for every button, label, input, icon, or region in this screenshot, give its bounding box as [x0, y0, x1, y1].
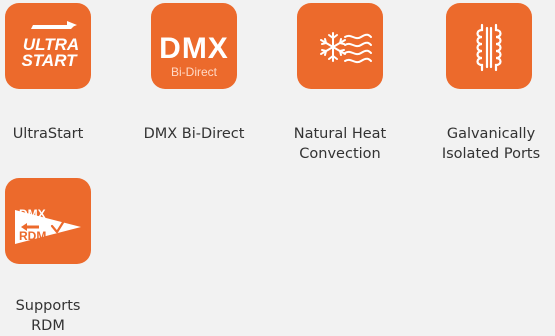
supports-rdm-tile: DMX RDM	[5, 178, 91, 264]
ultrastart-tile: ULTRA START	[5, 3, 91, 89]
dmx-bi-direct-logo-icon: DMX Bi-Direct	[159, 32, 229, 79]
natural-heat-convection-tile	[297, 3, 383, 89]
dmx-bi-direct-caption: DMX Bi-Direct	[143, 126, 245, 142]
ultrastart-logo-icon: ULTRA START	[21, 21, 79, 70]
dmx-logo-text: DMX	[159, 32, 229, 65]
bi-direct-logo-text: Bi-Direct	[171, 65, 218, 79]
galvanic-isolation-transformer-icon	[476, 23, 502, 72]
supports-rdm-caption: Supports RDM	[15, 298, 81, 334]
ultrastart-logo-line2: START	[21, 51, 78, 70]
supports-rdm-logo-rdm: RDM	[19, 229, 46, 243]
supports-rdm-logo-dmx: DMX	[19, 207, 46, 221]
supports-rdm-icon: DMX RDM	[15, 207, 81, 244]
ultrastart-caption: UltraStart	[12, 126, 84, 142]
dmx-bi-direct-tile: DMX Bi-Direct	[151, 3, 237, 89]
galvanically-isolated-ports-tile	[446, 3, 532, 89]
natural-heat-convection-icon	[320, 32, 372, 64]
natural-heat-convection-caption: Natural Heat Convection	[293, 126, 387, 162]
galvanically-isolated-ports-caption: Galvanically Isolated Ports	[441, 126, 541, 162]
